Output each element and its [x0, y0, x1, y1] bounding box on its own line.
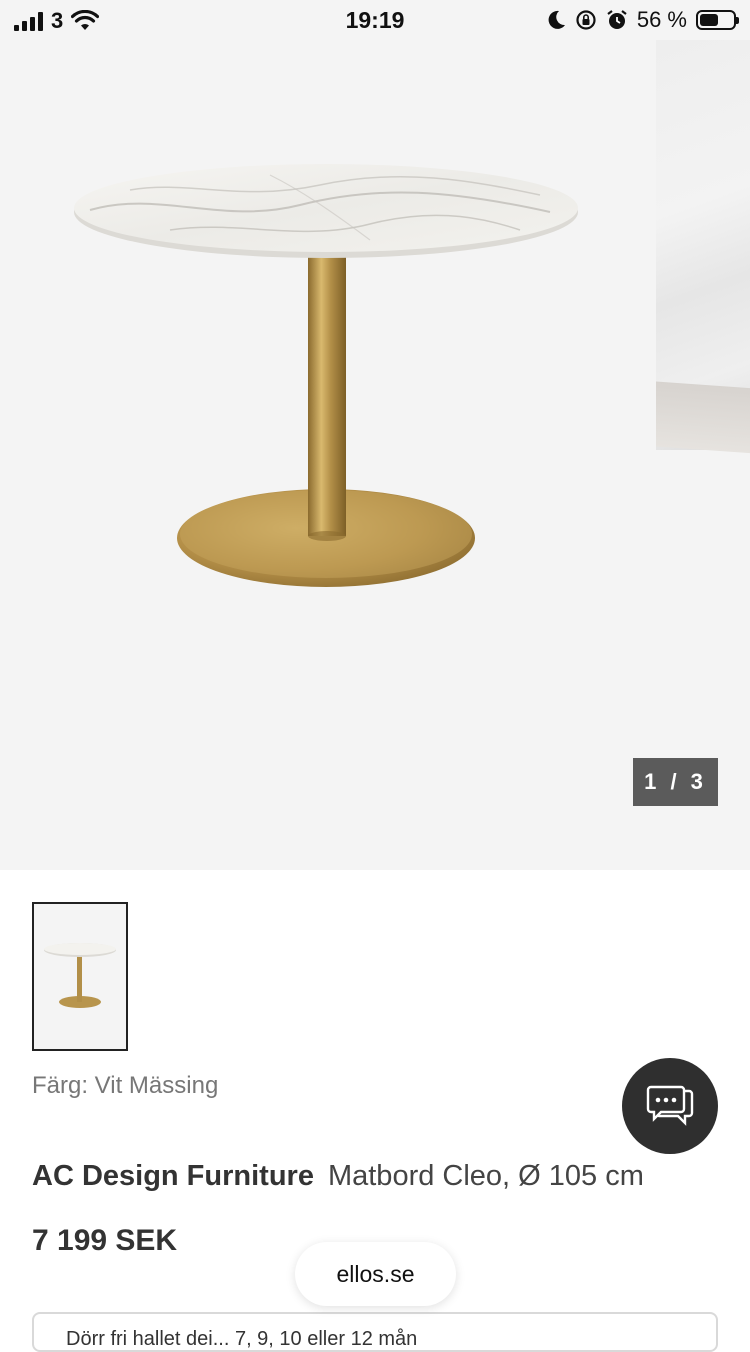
- moon-icon: [548, 10, 565, 29]
- product-title: AC Design Furniture Matbord Cleo, Ø 105 c…: [32, 1160, 644, 1193]
- color-label: Färg: Vit Mässing: [32, 1072, 219, 1099]
- browser-domain-pill[interactable]: ellos.se: [295, 1242, 456, 1306]
- next-product-image-edge: [656, 381, 750, 454]
- battery-percent: 56 %: [636, 7, 687, 32]
- chat-button[interactable]: [622, 1058, 718, 1154]
- status-bar: 3 19:19 56 %: [0, 0, 750, 44]
- product-name: Matbord Cleo, Ø 105 cm: [327, 1160, 644, 1192]
- battery-level: [700, 14, 718, 26]
- rotation-lock-icon: [576, 10, 596, 30]
- image-page-indicator: 1 / 3: [633, 758, 718, 806]
- product-image-table: [74, 164, 578, 587]
- product-price: 7 199 SEK: [32, 1224, 178, 1257]
- product-thumbnail-1[interactable]: [32, 902, 128, 1051]
- product-image-gallery[interactable]: 1 / 3: [0, 0, 750, 870]
- alarm-icon: [607, 10, 627, 29]
- thumbnail-table-image: [44, 943, 116, 1008]
- payment-info-box[interactable]: Dörr fri hallet dei... 7, 9, 10 eller 12…: [32, 1312, 718, 1352]
- battery-icon: [696, 10, 739, 30]
- chat-icon: [646, 1085, 694, 1126]
- payment-info-text: Dörr fri hallet dei... 7, 9, 10 eller 12…: [66, 1328, 418, 1350]
- product-brand[interactable]: AC Design Furniture: [32, 1160, 314, 1192]
